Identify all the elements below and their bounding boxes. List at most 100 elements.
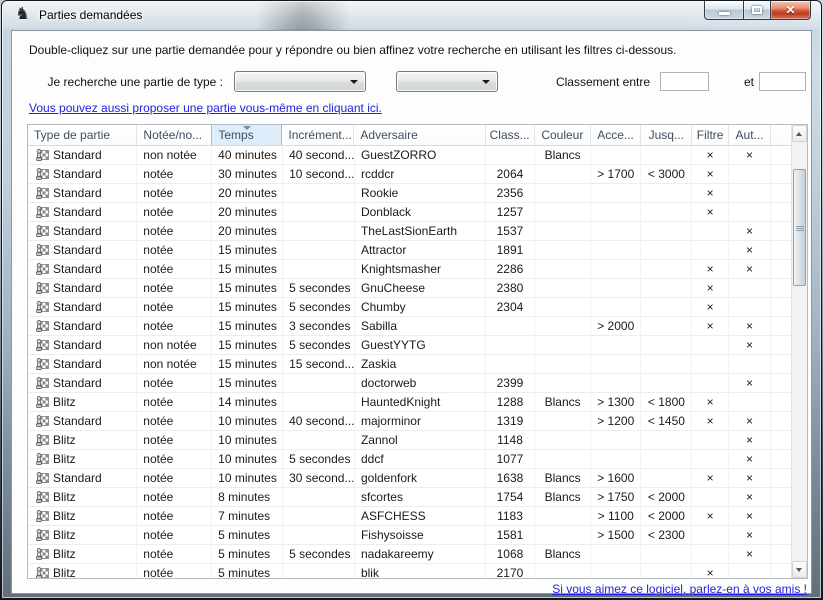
column-header-jusqua[interactable]: Jusq...: [641, 125, 692, 145]
table-row[interactable]: Standardnotée20 minutesDonblack1257×: [28, 203, 791, 222]
column-header-filtre[interactable]: Filtre: [692, 125, 728, 145]
vertical-scrollbar[interactable]: [791, 125, 807, 578]
chessboard-pawn-icon: [35, 566, 49, 578]
column-header-auto[interactable]: Aut...: [729, 125, 771, 145]
window-title: Parties demandées: [39, 8, 142, 22]
game-type-label: Je recherche une partie de type :: [42, 75, 223, 89]
table-body: Standardnon notée40 minutes40 second...G…: [28, 146, 791, 578]
game-type-cell: Standard: [28, 469, 137, 487]
game-type-cell: Standard: [28, 146, 137, 164]
game-type-cell: Standard: [28, 184, 137, 202]
game-type-cell: Standard: [28, 298, 137, 316]
table-row[interactable]: Standardnotée15 minutes5 secondesChumby2…: [28, 298, 791, 317]
chessboard-pawn-icon: [35, 490, 49, 504]
chessboard-pawn-icon: [35, 300, 49, 314]
game-type-cell: Blitz: [28, 488, 137, 506]
table-row[interactable]: Standardnotée15 minutesKnightsmasher2286…: [28, 260, 791, 279]
table-row[interactable]: Standardnon notée40 minutes40 second...G…: [28, 146, 791, 165]
game-type-cell: Blitz: [28, 450, 137, 468]
column-header-type[interactable]: Type de partie: [28, 125, 137, 145]
table-row[interactable]: Standardnon notée15 minutes15 second...Z…: [28, 355, 791, 374]
game-type-cell: Standard: [28, 165, 137, 183]
column-header-adversaire[interactable]: Adversaire: [354, 125, 485, 145]
table-row[interactable]: Standardnotée10 minutes30 second...golde…: [28, 469, 791, 488]
game-type-cell: Standard: [28, 336, 137, 354]
game-type-select[interactable]: [234, 71, 366, 92]
chessboard-pawn-icon: [35, 509, 49, 523]
close-button[interactable]: ✕: [770, 1, 811, 20]
game-type-cell: Standard: [28, 241, 137, 259]
table-row[interactable]: Standardnotée10 minutes40 second...major…: [28, 412, 791, 431]
chessboard-pawn-icon: [35, 414, 49, 428]
maximize-icon: [752, 6, 762, 14]
column-header-couleur[interactable]: Couleur: [535, 125, 591, 145]
scrollbar-thumb[interactable]: [793, 169, 806, 286]
table-row[interactable]: Blitznotée10 minutesZannol1148×: [28, 431, 791, 450]
column-header-accepte[interactable]: Acce...: [591, 125, 641, 145]
table-row[interactable]: Blitznotée5 minutesblik2170×: [28, 564, 791, 578]
table-row[interactable]: Standardnotée20 minutesTheLastSionEarth1…: [28, 222, 791, 241]
table-row[interactable]: Blitznotée10 minutes5 secondesddcf1077×: [28, 450, 791, 469]
game-type-cell: Blitz: [28, 507, 137, 525]
dropdown-arrow-icon: [482, 80, 490, 84]
instructions-text: Double-cliquez sur une partie demandée p…: [29, 43, 676, 57]
table-row[interactable]: Standardnotée30 minutes10 second...rcddc…: [28, 165, 791, 184]
table-row[interactable]: Blitznotée14 minutesHauntedKnight1288Bla…: [28, 393, 791, 412]
game-subtype-select[interactable]: [396, 71, 498, 92]
titlebar[interactable]: ♞ Parties demandées ✕: [2, 1, 821, 29]
column-header-increment[interactable]: Incrément...: [282, 125, 354, 145]
table-row[interactable]: Blitznotée7 minutesASFCHESS1183> 1100< 2…: [28, 507, 791, 526]
and-label: et: [739, 75, 759, 89]
game-type-cell: Blitz: [28, 545, 137, 563]
column-header-filler: [771, 125, 791, 145]
table-row[interactable]: Blitznotée8 minutessfcortes1754Blancs> 1…: [28, 488, 791, 507]
chessboard-pawn-icon: [35, 376, 49, 390]
minimize-icon: [719, 12, 730, 15]
chess-knight-icon: ♞: [15, 4, 30, 24]
chessboard-pawn-icon: [35, 186, 49, 200]
rating-min-input[interactable]: [660, 72, 709, 91]
game-type-cell: Standard: [28, 260, 137, 278]
game-type-cell: Standard: [28, 355, 137, 373]
table-row[interactable]: Standardnotée15 minutesAttractor1891×: [28, 241, 791, 260]
rating-max-input[interactable]: [759, 72, 806, 91]
table-row[interactable]: Blitznotée5 minutesFishysoisse1581> 1500…: [28, 526, 791, 545]
propose-game-link[interactable]: Vous pouvez aussi proposer une partie vo…: [29, 101, 382, 115]
game-type-cell: Blitz: [28, 526, 137, 544]
table-row[interactable]: Blitznotée5 minutes5 secondesnadakareemy…: [28, 545, 791, 564]
minimize-button[interactable]: [704, 1, 744, 20]
scrollbar-down-button[interactable]: [792, 561, 807, 578]
chessboard-pawn-icon: [35, 471, 49, 485]
chessboard-pawn-icon: [35, 224, 49, 238]
table-row[interactable]: Standardnotée15 minutes3 secondesSabilla…: [28, 317, 791, 336]
scrollbar-grip-icon: [796, 226, 804, 231]
game-type-cell: Blitz: [28, 431, 137, 449]
tell-friends-link[interactable]: Si vous aimez ce logiciel, parlez-en à v…: [552, 582, 807, 596]
column-header-temps[interactable]: Temps: [211, 125, 282, 145]
game-type-cell: Standard: [28, 279, 137, 297]
close-icon: ✕: [771, 3, 810, 17]
column-header-rated[interactable]: Notée/no...: [137, 125, 212, 145]
chessboard-pawn-icon: [35, 167, 49, 181]
game-type-cell: Standard: [28, 412, 137, 430]
table-row[interactable]: Standardnotée20 minutesRookie2356×: [28, 184, 791, 203]
game-type-cell: Standard: [28, 203, 137, 221]
content-panel: Double-cliquez sur une partie demandée p…: [11, 30, 812, 594]
table-row[interactable]: Standardnotée15 minutes5 secondesGnuChee…: [28, 279, 791, 298]
chessboard-pawn-icon: [35, 357, 49, 371]
scrollbar-track[interactable]: [792, 142, 807, 561]
games-table: Type de partie Notée/no... Temps Incréme…: [27, 124, 808, 579]
game-type-cell: Blitz: [28, 564, 137, 578]
table-row[interactable]: Standardnotée15 minutesdoctorweb2399×: [28, 374, 791, 393]
arrow-down-icon: [796, 568, 802, 572]
chessboard-pawn-icon: [35, 243, 49, 257]
maximize-button[interactable]: [744, 1, 770, 20]
table-row[interactable]: Standardnon notée15 minutes5 secondesGue…: [28, 336, 791, 355]
scrollbar-up-button[interactable]: [792, 125, 807, 142]
chessboard-pawn-icon: [35, 262, 49, 276]
chessboard-pawn-icon: [35, 281, 49, 295]
chessboard-pawn-icon: [35, 452, 49, 466]
game-type-cell: Standard: [28, 317, 137, 335]
column-header-classement[interactable]: Class...: [486, 125, 535, 145]
rating-between-label: Classement entre: [492, 75, 650, 89]
